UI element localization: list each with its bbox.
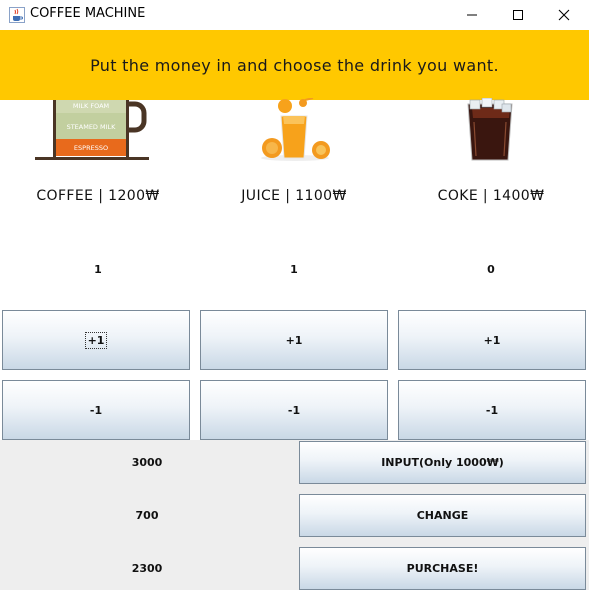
change-button-label: CHANGE xyxy=(416,509,469,522)
coffee-plus-label: +1 xyxy=(84,331,108,349)
steamed-milk-layer-label: STEAMED MILK xyxy=(67,123,117,131)
window-title: COFFEE MACHINE xyxy=(30,6,146,21)
cola-glass-icon xyxy=(467,98,513,161)
inserted-amount: 3000 xyxy=(131,456,163,469)
banner-message: Put the money in and choose the drink yo… xyxy=(90,55,499,75)
juice-plus-label: +1 xyxy=(285,333,303,347)
coke-plus-button[interactable]: +1 xyxy=(398,310,586,370)
coffee-minus-label: -1 xyxy=(89,403,103,417)
coffee-plus-button[interactable]: +1 xyxy=(2,310,190,370)
coffee-price-label: COFFEE | 1200₩ xyxy=(36,188,160,204)
input-money-button[interactable]: INPUT(Only 1000₩) xyxy=(299,441,586,484)
change-button[interactable]: CHANGE xyxy=(299,494,586,537)
change-amount: 700 xyxy=(135,509,159,522)
coke-count: 0 xyxy=(487,263,495,276)
total-amount: 2300 xyxy=(131,562,163,575)
coke-minus-label: -1 xyxy=(485,403,499,417)
juice-count: 1 xyxy=(290,263,298,276)
coke-minus-button[interactable]: -1 xyxy=(398,380,586,440)
juice-plus-button[interactable]: +1 xyxy=(200,310,388,370)
latte-glass-icon: MILK FOAM STEAMED MILK ESPRESSO xyxy=(35,100,149,160)
maximize-button[interactable] xyxy=(495,0,541,30)
maximize-icon xyxy=(513,10,523,20)
coke-price-label: COKE | 1400₩ xyxy=(437,188,545,204)
juice-minus-label: -1 xyxy=(287,403,301,417)
close-icon xyxy=(558,9,570,21)
orange-juice-icon xyxy=(261,98,330,161)
input-money-label: INPUT(Only 1000₩) xyxy=(381,456,504,469)
instruction-banner: Put the money in and choose the drink yo… xyxy=(0,30,589,100)
minimize-button[interactable] xyxy=(449,0,495,30)
purchase-button[interactable]: PURCHASE! xyxy=(299,547,586,590)
minimize-icon xyxy=(467,14,477,16)
close-button[interactable] xyxy=(541,0,587,30)
juice-minus-button[interactable]: -1 xyxy=(200,380,388,440)
purchase-button-label: PURCHASE! xyxy=(406,562,479,575)
title-bar: COFFEE MACHINE xyxy=(0,0,589,30)
espresso-layer-label: ESPRESSO xyxy=(74,144,108,152)
coke-plus-label: +1 xyxy=(483,333,501,347)
coffee-count: 1 xyxy=(94,263,102,276)
juice-price-label: JUICE | 1100₩ xyxy=(241,188,347,204)
java-cup-icon xyxy=(9,7,25,23)
coffee-minus-button[interactable]: -1 xyxy=(2,380,190,440)
milk-foam-layer-label: MILK FOAM xyxy=(73,102,109,110)
